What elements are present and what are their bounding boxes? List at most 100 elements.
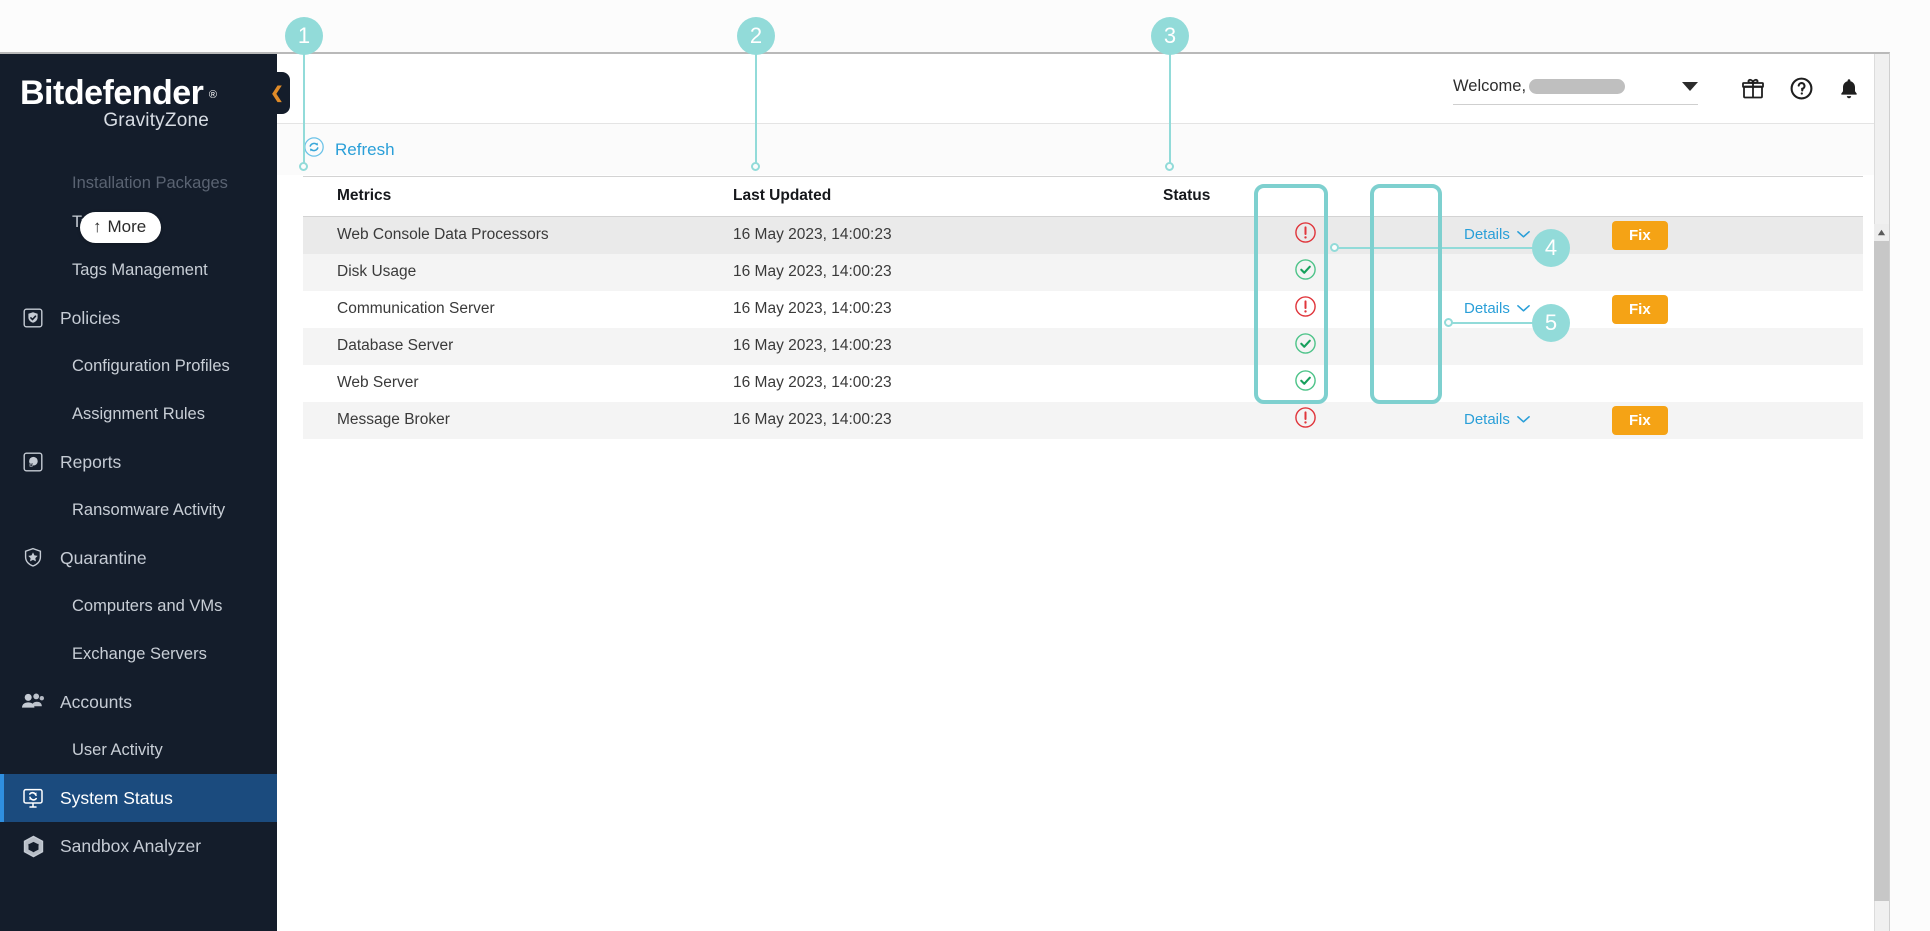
sidebar-item-computers-and-vms[interactable]: Computers and VMs xyxy=(0,582,277,630)
cell-metric: Message Broker xyxy=(337,411,450,428)
main-content: Welcome, Refresh Metrics Last Updated St… xyxy=(277,54,1889,931)
cell-details xyxy=(1448,328,1598,365)
status-error-icon xyxy=(1163,217,1448,254)
table-body: Web Console Data Processors 16 May 2023, … xyxy=(303,216,1863,439)
scrollbar-thumb[interactable] xyxy=(1874,241,1889,901)
cell-spacer xyxy=(1758,328,1863,365)
system-status-table: Metrics Last Updated Status Web Console … xyxy=(303,176,1863,439)
sidebar-item-system-status[interactable]: System Status xyxy=(0,774,277,822)
scrollbar-up-arrow-icon[interactable] xyxy=(1874,224,1889,241)
details-label: Details xyxy=(1464,226,1510,244)
details-label: Details xyxy=(1464,411,1510,428)
sidebar-item-policies[interactable]: Policies xyxy=(0,294,277,342)
table-header-row: Metrics Last Updated Status xyxy=(303,176,1863,217)
cell-metric: Database Server xyxy=(337,337,454,354)
reports-icon xyxy=(20,449,46,475)
sidebar-item-ransomware-activity[interactable]: Ransomware Activity xyxy=(0,486,277,534)
toolbar: Refresh xyxy=(277,124,1889,176)
column-header-details xyxy=(1448,176,1598,217)
column-header-metrics[interactable]: Metrics xyxy=(303,176,733,217)
table-row[interactable]: Message Broker 16 May 2023, 14:00:23 Detai… xyxy=(303,401,1863,439)
cell-metric: Web Console Data Processors xyxy=(337,226,549,244)
column-header-status[interactable]: Status xyxy=(1163,176,1448,217)
column-header-spacer xyxy=(1758,176,1863,217)
brand-name: Bitdefender ® xyxy=(0,72,217,114)
sidebar-item-label: Configuration Profiles xyxy=(72,356,230,375)
sidebar-item-label: Installation Packages xyxy=(72,173,228,192)
sidebar-item-label: Policies xyxy=(60,307,121,328)
table-row[interactable]: Web Console Data Processors 16 May 2023, … xyxy=(303,216,1863,254)
sidebar-item-sandbox-analyzer[interactable]: Sandbox Analyzer xyxy=(0,822,277,870)
top-bar-icons xyxy=(1740,76,1862,102)
refresh-button[interactable]: Refresh xyxy=(303,136,395,163)
sidebar-item-label: Computers and VMs xyxy=(72,596,223,615)
fix-button[interactable]: Fix xyxy=(1612,294,1668,324)
cell-spacer xyxy=(1758,217,1863,254)
cell-fix[interactable]: Fix xyxy=(1598,217,1758,254)
table-row[interactable]: Database Server 16 May 2023, 14:00:23 xyxy=(303,327,1863,365)
sidebar-item-reports[interactable]: Reports xyxy=(0,438,277,486)
details-button[interactable]: Details xyxy=(1448,300,1530,317)
cell-last-updated: 16 May 2023, 14:00:23 xyxy=(733,411,892,428)
user-menu[interactable]: Welcome, xyxy=(1453,73,1698,105)
table-row[interactable]: Web Server 16 May 2023, 14:00:23 xyxy=(303,364,1863,402)
sidebar-item-label: Reports xyxy=(60,451,122,472)
cell-last-updated: 16 May 2023, 14:00:23 xyxy=(733,337,892,354)
brand-name-text: Bitdefender xyxy=(20,74,204,112)
table-row[interactable]: Disk Usage 16 May 2023, 14:00:23 xyxy=(303,253,1863,291)
column-header-last-updated[interactable]: Last Updated xyxy=(733,176,1163,217)
welcome-label: Welcome, xyxy=(1453,76,1527,95)
fix-button[interactable]: Fix xyxy=(1612,220,1668,250)
chevron-left-icon: ❮ xyxy=(270,85,284,102)
help-question-icon[interactable] xyxy=(1788,76,1814,102)
brand-logo: Bitdefender ® GravityZone xyxy=(0,54,277,132)
sidebar-item-label: Sandbox Analyzer xyxy=(60,835,202,856)
chevron-down-icon xyxy=(1516,304,1530,313)
details-button[interactable]: Details xyxy=(1448,226,1530,243)
chevron-down-icon xyxy=(1516,415,1530,424)
sidebar-nav: Installation PackagesTasksTags Managemen… xyxy=(0,168,277,870)
sidebar-item-assignment-rules[interactable]: Assignment Rules xyxy=(0,390,277,438)
cell-fix[interactable]: Fix xyxy=(1598,402,1758,439)
sidebar-item-installation-packages[interactable]: Installation Packages xyxy=(0,168,277,198)
details-label: Details xyxy=(1464,300,1510,317)
cell-fix[interactable]: Fix xyxy=(1598,291,1758,328)
gift-icon[interactable] xyxy=(1740,76,1766,102)
details-button[interactable]: Details xyxy=(1448,411,1530,428)
brand-registered-mark: ® xyxy=(208,89,217,101)
sidebar-item-label: Ransomware Activity xyxy=(72,500,226,519)
fix-button[interactable]: Fix xyxy=(1612,405,1668,435)
sidebar-item-accounts[interactable]: Accounts xyxy=(0,678,277,726)
sidebar-more-label: More xyxy=(107,217,147,236)
sidebar-item-quarantine[interactable]: Quarantine xyxy=(0,534,277,582)
cell-details xyxy=(1448,365,1598,402)
sidebar-item-label: Quarantine xyxy=(60,547,147,568)
sidebar-item-user-activity[interactable]: User Activity xyxy=(0,726,277,774)
up-arrow-icon: ↑ xyxy=(93,217,102,236)
cell-details[interactable]: Details xyxy=(1448,217,1598,254)
table-row[interactable]: Communication Server 16 May 2023, 14:00:2… xyxy=(303,290,1863,328)
sidebar-item-tags-management[interactable]: Tags Management xyxy=(0,246,277,294)
sidebar-item-label: Assignment Rules xyxy=(72,404,205,423)
cell-spacer xyxy=(1758,291,1863,328)
sidebar-item-exchange-servers[interactable]: Exchange Servers xyxy=(0,630,277,678)
sidebar-item-label: Accounts xyxy=(60,691,132,712)
sidebar-collapse-button[interactable]: ❮ xyxy=(264,72,290,114)
status-error-icon xyxy=(1163,291,1448,328)
vertical-scrollbar[interactable] xyxy=(1874,54,1889,931)
cell-fix xyxy=(1598,328,1758,365)
sidebar-item-configuration-profiles[interactable]: Configuration Profiles xyxy=(0,342,277,390)
cell-spacer xyxy=(1758,402,1863,439)
status-ok-icon xyxy=(1163,254,1448,291)
sidebar-item-label: Tags Management xyxy=(72,260,208,279)
notifications-bell-icon[interactable] xyxy=(1836,76,1862,102)
column-header-fix xyxy=(1598,176,1758,217)
cell-details[interactable]: Details xyxy=(1448,291,1598,328)
system-status-icon xyxy=(20,785,46,811)
cell-last-updated: 16 May 2023, 14:00:23 xyxy=(733,263,892,280)
refresh-label: Refresh xyxy=(335,139,395,159)
sidebar-more-button[interactable]: ↑ More xyxy=(80,212,162,243)
metrics-table-wrap: Metrics Last Updated Status Web Console … xyxy=(277,176,1889,439)
cell-details[interactable]: Details xyxy=(1448,402,1598,439)
cell-last-updated: 16 May 2023, 14:00:23 xyxy=(733,374,892,391)
